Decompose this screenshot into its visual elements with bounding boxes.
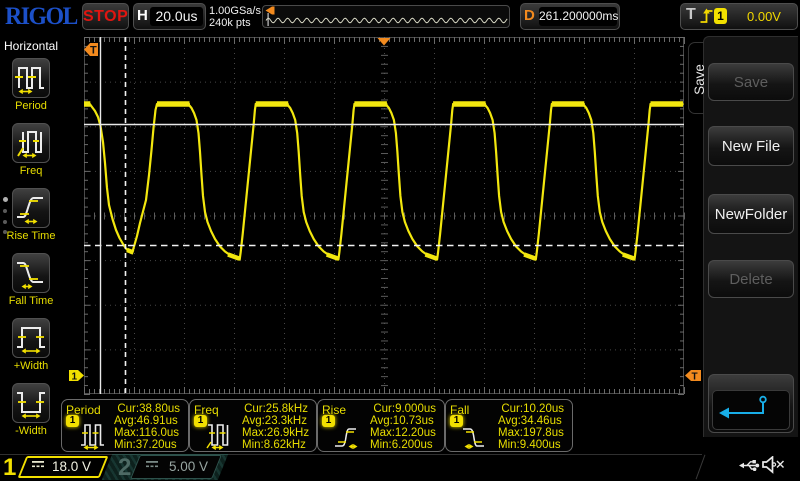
svg-text:1: 1 — [72, 372, 78, 383]
svg-text:T: T — [692, 372, 698, 383]
svg-text:T: T — [90, 45, 97, 57]
